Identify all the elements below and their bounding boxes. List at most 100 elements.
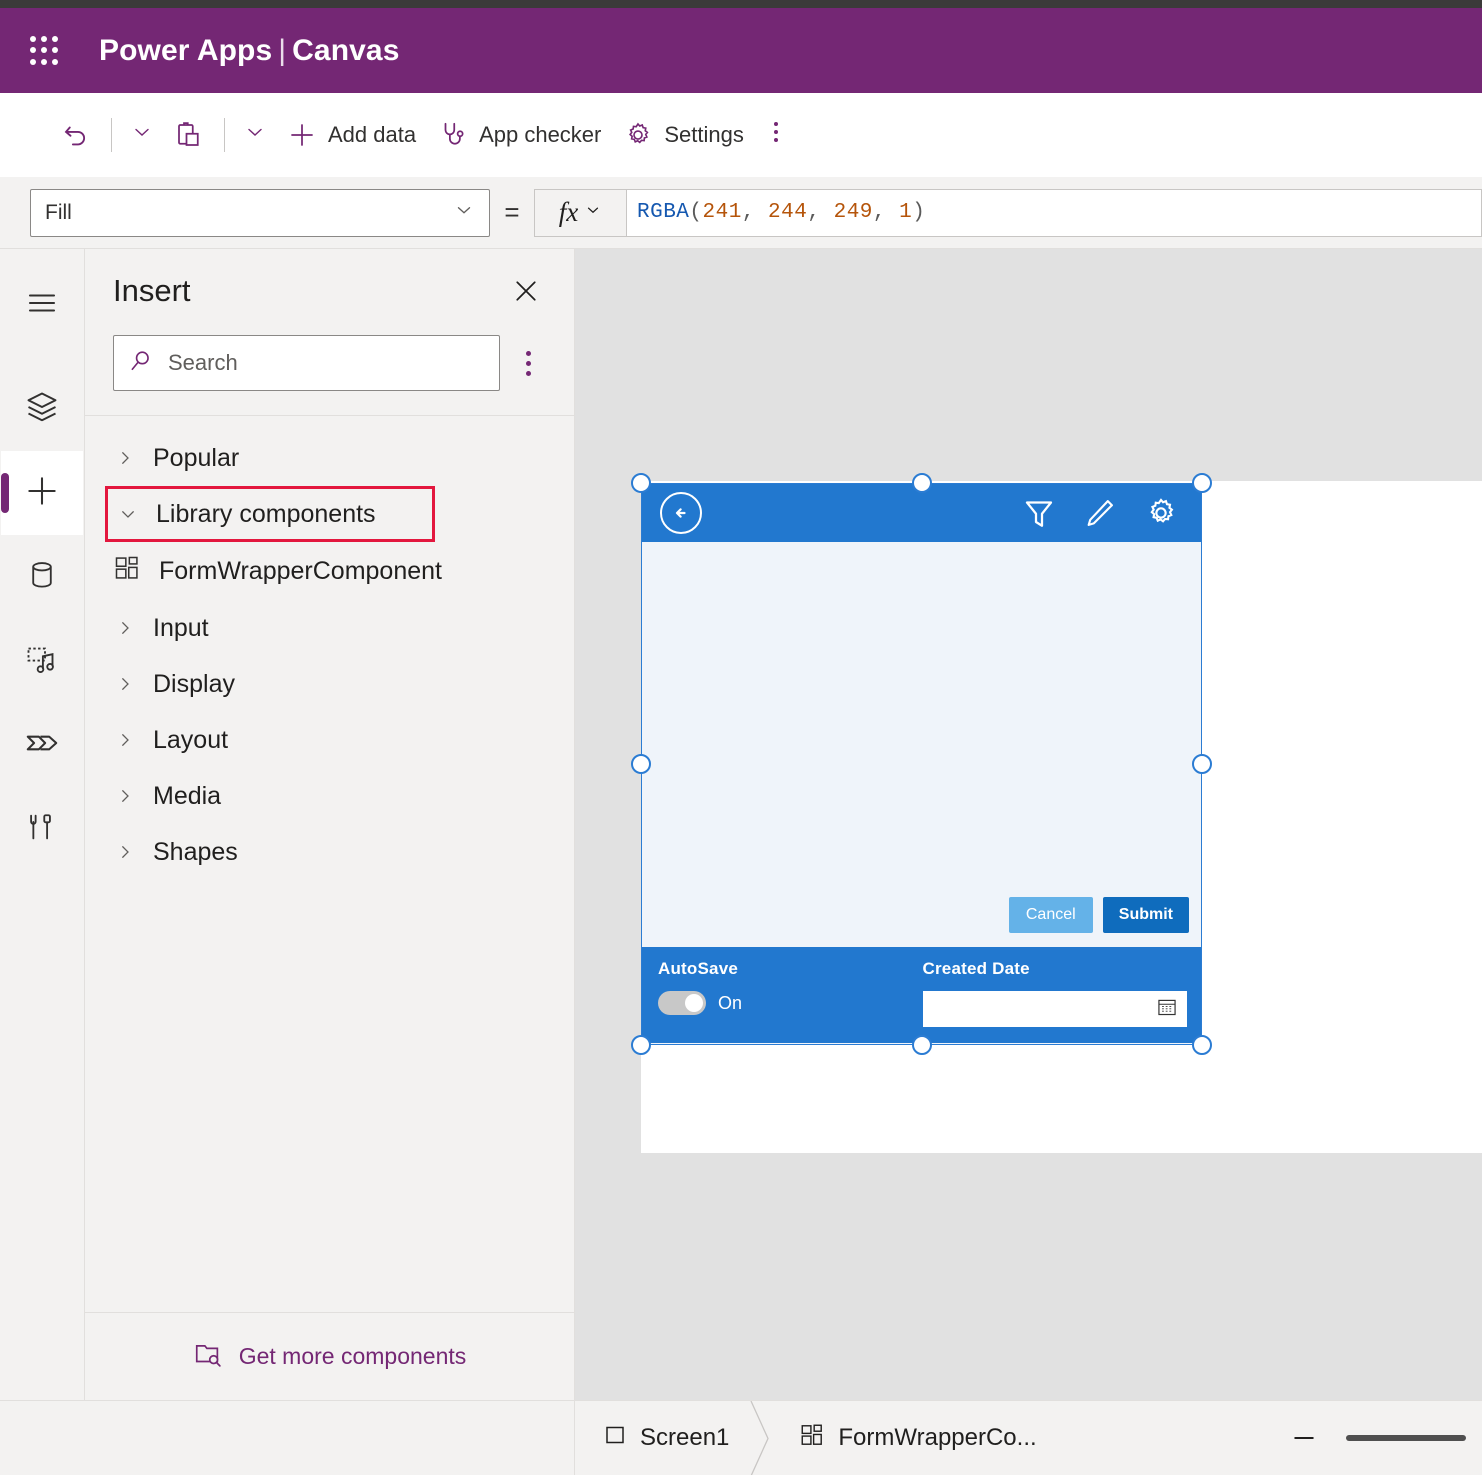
formula-token: , xyxy=(742,201,755,224)
insert-panel: Insert xyxy=(85,249,575,1400)
tree-category-popular[interactable]: Popular xyxy=(85,430,574,486)
get-more-components-button[interactable]: Get more components xyxy=(85,1312,574,1400)
created-date-input[interactable] xyxy=(923,991,1188,1027)
submit-button[interactable]: Submit xyxy=(1103,897,1189,933)
form-wrapper-component[interactable]: Cancel Submit AutoSave On Created Dat xyxy=(641,483,1202,1045)
clipboard-paste-icon xyxy=(174,120,204,150)
tree-category-display[interactable]: Display xyxy=(85,656,574,712)
chevron-down-icon xyxy=(118,505,138,523)
bottom-status-bar: Screen1 FormWrapperCo... xyxy=(0,1400,1482,1475)
formula-input[interactable]: RGBA(241, 244, 249, 1) xyxy=(626,189,1482,237)
app-checker-label: App checker xyxy=(479,122,601,148)
resize-handle-top-left[interactable] xyxy=(631,473,651,493)
rail-item-data[interactable] xyxy=(1,535,83,619)
hamburger-menu-icon xyxy=(24,285,60,326)
tree-view-layers-icon xyxy=(24,389,60,430)
tree-category-library-components[interactable]: Library components xyxy=(105,486,435,542)
zoom-out-button[interactable] xyxy=(1284,1418,1324,1458)
chevron-right-icon xyxy=(115,449,135,467)
formula-token: , xyxy=(873,201,886,224)
zoom-slider[interactable] xyxy=(1346,1435,1466,1441)
app-launcher-icon[interactable] xyxy=(22,29,66,73)
resize-handle-middle-left[interactable] xyxy=(631,754,651,774)
chevron-down-icon xyxy=(584,201,602,224)
gear-icon[interactable] xyxy=(1143,495,1179,531)
property-select[interactable]: Fill xyxy=(30,189,490,237)
fx-button[interactable]: fx xyxy=(534,189,626,237)
rail-item-media[interactable] xyxy=(1,619,83,703)
tree-category-layout[interactable]: Layout xyxy=(85,712,574,768)
plus-icon xyxy=(287,120,317,150)
left-icon-rail xyxy=(0,249,85,1400)
formula-token: ( xyxy=(689,201,702,224)
insert-panel-more-button[interactable] xyxy=(506,341,550,385)
rail-item-insert[interactable] xyxy=(1,451,83,535)
search-input[interactable] xyxy=(168,350,485,376)
resize-handle-bottom-left[interactable] xyxy=(631,1035,651,1055)
rail-item-variables[interactable] xyxy=(1,787,83,871)
more-commands-button[interactable] xyxy=(755,109,797,161)
folder-search-icon xyxy=(193,1339,223,1375)
formula-token: 241 xyxy=(703,201,742,224)
close-icon xyxy=(511,276,541,311)
breadcrumb-label: FormWrapperCo... xyxy=(838,1424,1036,1452)
formula-equals-sign: = xyxy=(490,197,534,228)
library-component-item[interactable]: FormWrapperComponent xyxy=(85,542,574,600)
title-separator: | xyxy=(272,34,292,67)
rail-item-menu[interactable] xyxy=(1,263,83,347)
breadcrumb-item-screen1[interactable]: Screen1 xyxy=(575,1401,749,1475)
settings-button[interactable]: Settings xyxy=(612,109,755,161)
resize-handle-top-right[interactable] xyxy=(1192,473,1212,493)
component-form-body[interactable]: Cancel Submit xyxy=(642,542,1201,947)
resize-handle-top-center[interactable] xyxy=(912,473,932,493)
rail-item-power-automate[interactable] xyxy=(1,703,83,787)
add-data-button[interactable]: Add data xyxy=(276,109,427,161)
settings-label: Settings xyxy=(664,122,744,148)
undo-chevron-button[interactable] xyxy=(121,109,163,161)
chevron-down-icon xyxy=(243,120,267,149)
command-bar: Add data App checker Settings xyxy=(0,93,1482,177)
power-apps-canvas-studio: Power Apps|Canvas xyxy=(0,0,1482,1475)
tree-category-input[interactable]: Input xyxy=(85,600,574,656)
app-titlebar: Power Apps|Canvas xyxy=(0,8,1482,93)
zoom-controls xyxy=(1284,1418,1482,1458)
media-icon xyxy=(24,641,60,682)
back-arrow-circle-icon[interactable] xyxy=(660,492,702,534)
component-footer: AutoSave On Created Date xyxy=(642,947,1201,1043)
paste-button[interactable] xyxy=(163,109,215,161)
close-insert-panel-button[interactable] xyxy=(506,273,546,313)
tree-category-label: Library components xyxy=(156,500,376,529)
insert-search-row xyxy=(85,313,574,415)
autosave-toggle-row: On xyxy=(658,991,923,1015)
canvas-area[interactable]: Cancel Submit AutoSave On Created Dat xyxy=(575,249,1482,1400)
bottom-bar-left-spacer xyxy=(0,1401,575,1475)
tree-category-media[interactable]: Media xyxy=(85,768,574,824)
breadcrumb-item-formwrappercomponent[interactable]: FormWrapperCo... xyxy=(771,1401,1056,1475)
chevron-right-icon xyxy=(115,843,135,861)
toggle-knob xyxy=(685,994,703,1012)
formula-token: 1 xyxy=(886,201,912,224)
search-icon xyxy=(128,348,154,379)
resize-handle-middle-right[interactable] xyxy=(1192,754,1212,774)
app-checker-button[interactable]: App checker xyxy=(427,109,612,161)
filter-icon[interactable] xyxy=(1021,495,1057,531)
search-box[interactable] xyxy=(113,335,500,391)
created-date-field: Created Date xyxy=(923,959,1188,1043)
resize-handle-bottom-center[interactable] xyxy=(912,1035,932,1055)
resize-handle-bottom-right[interactable] xyxy=(1192,1035,1212,1055)
toolbar-divider-1 xyxy=(111,118,112,152)
toolbar-divider-2 xyxy=(224,118,225,152)
library-component-label: FormWrapperComponent xyxy=(159,557,442,586)
calendar-icon[interactable] xyxy=(1156,996,1178,1023)
undo-button[interactable] xyxy=(50,109,102,161)
tree-category-shapes[interactable]: Shapes xyxy=(85,824,574,880)
chevron-right-icon xyxy=(115,731,135,749)
rail-item-tree-view[interactable] xyxy=(1,367,83,451)
autosave-toggle[interactable] xyxy=(658,991,706,1015)
pencil-edit-icon[interactable] xyxy=(1083,496,1117,530)
formula-token: , xyxy=(807,201,820,224)
chevron-right-icon xyxy=(115,675,135,693)
paste-chevron-button[interactable] xyxy=(234,109,276,161)
chevron-right-icon xyxy=(115,787,135,805)
cancel-button[interactable]: Cancel xyxy=(1009,897,1093,933)
